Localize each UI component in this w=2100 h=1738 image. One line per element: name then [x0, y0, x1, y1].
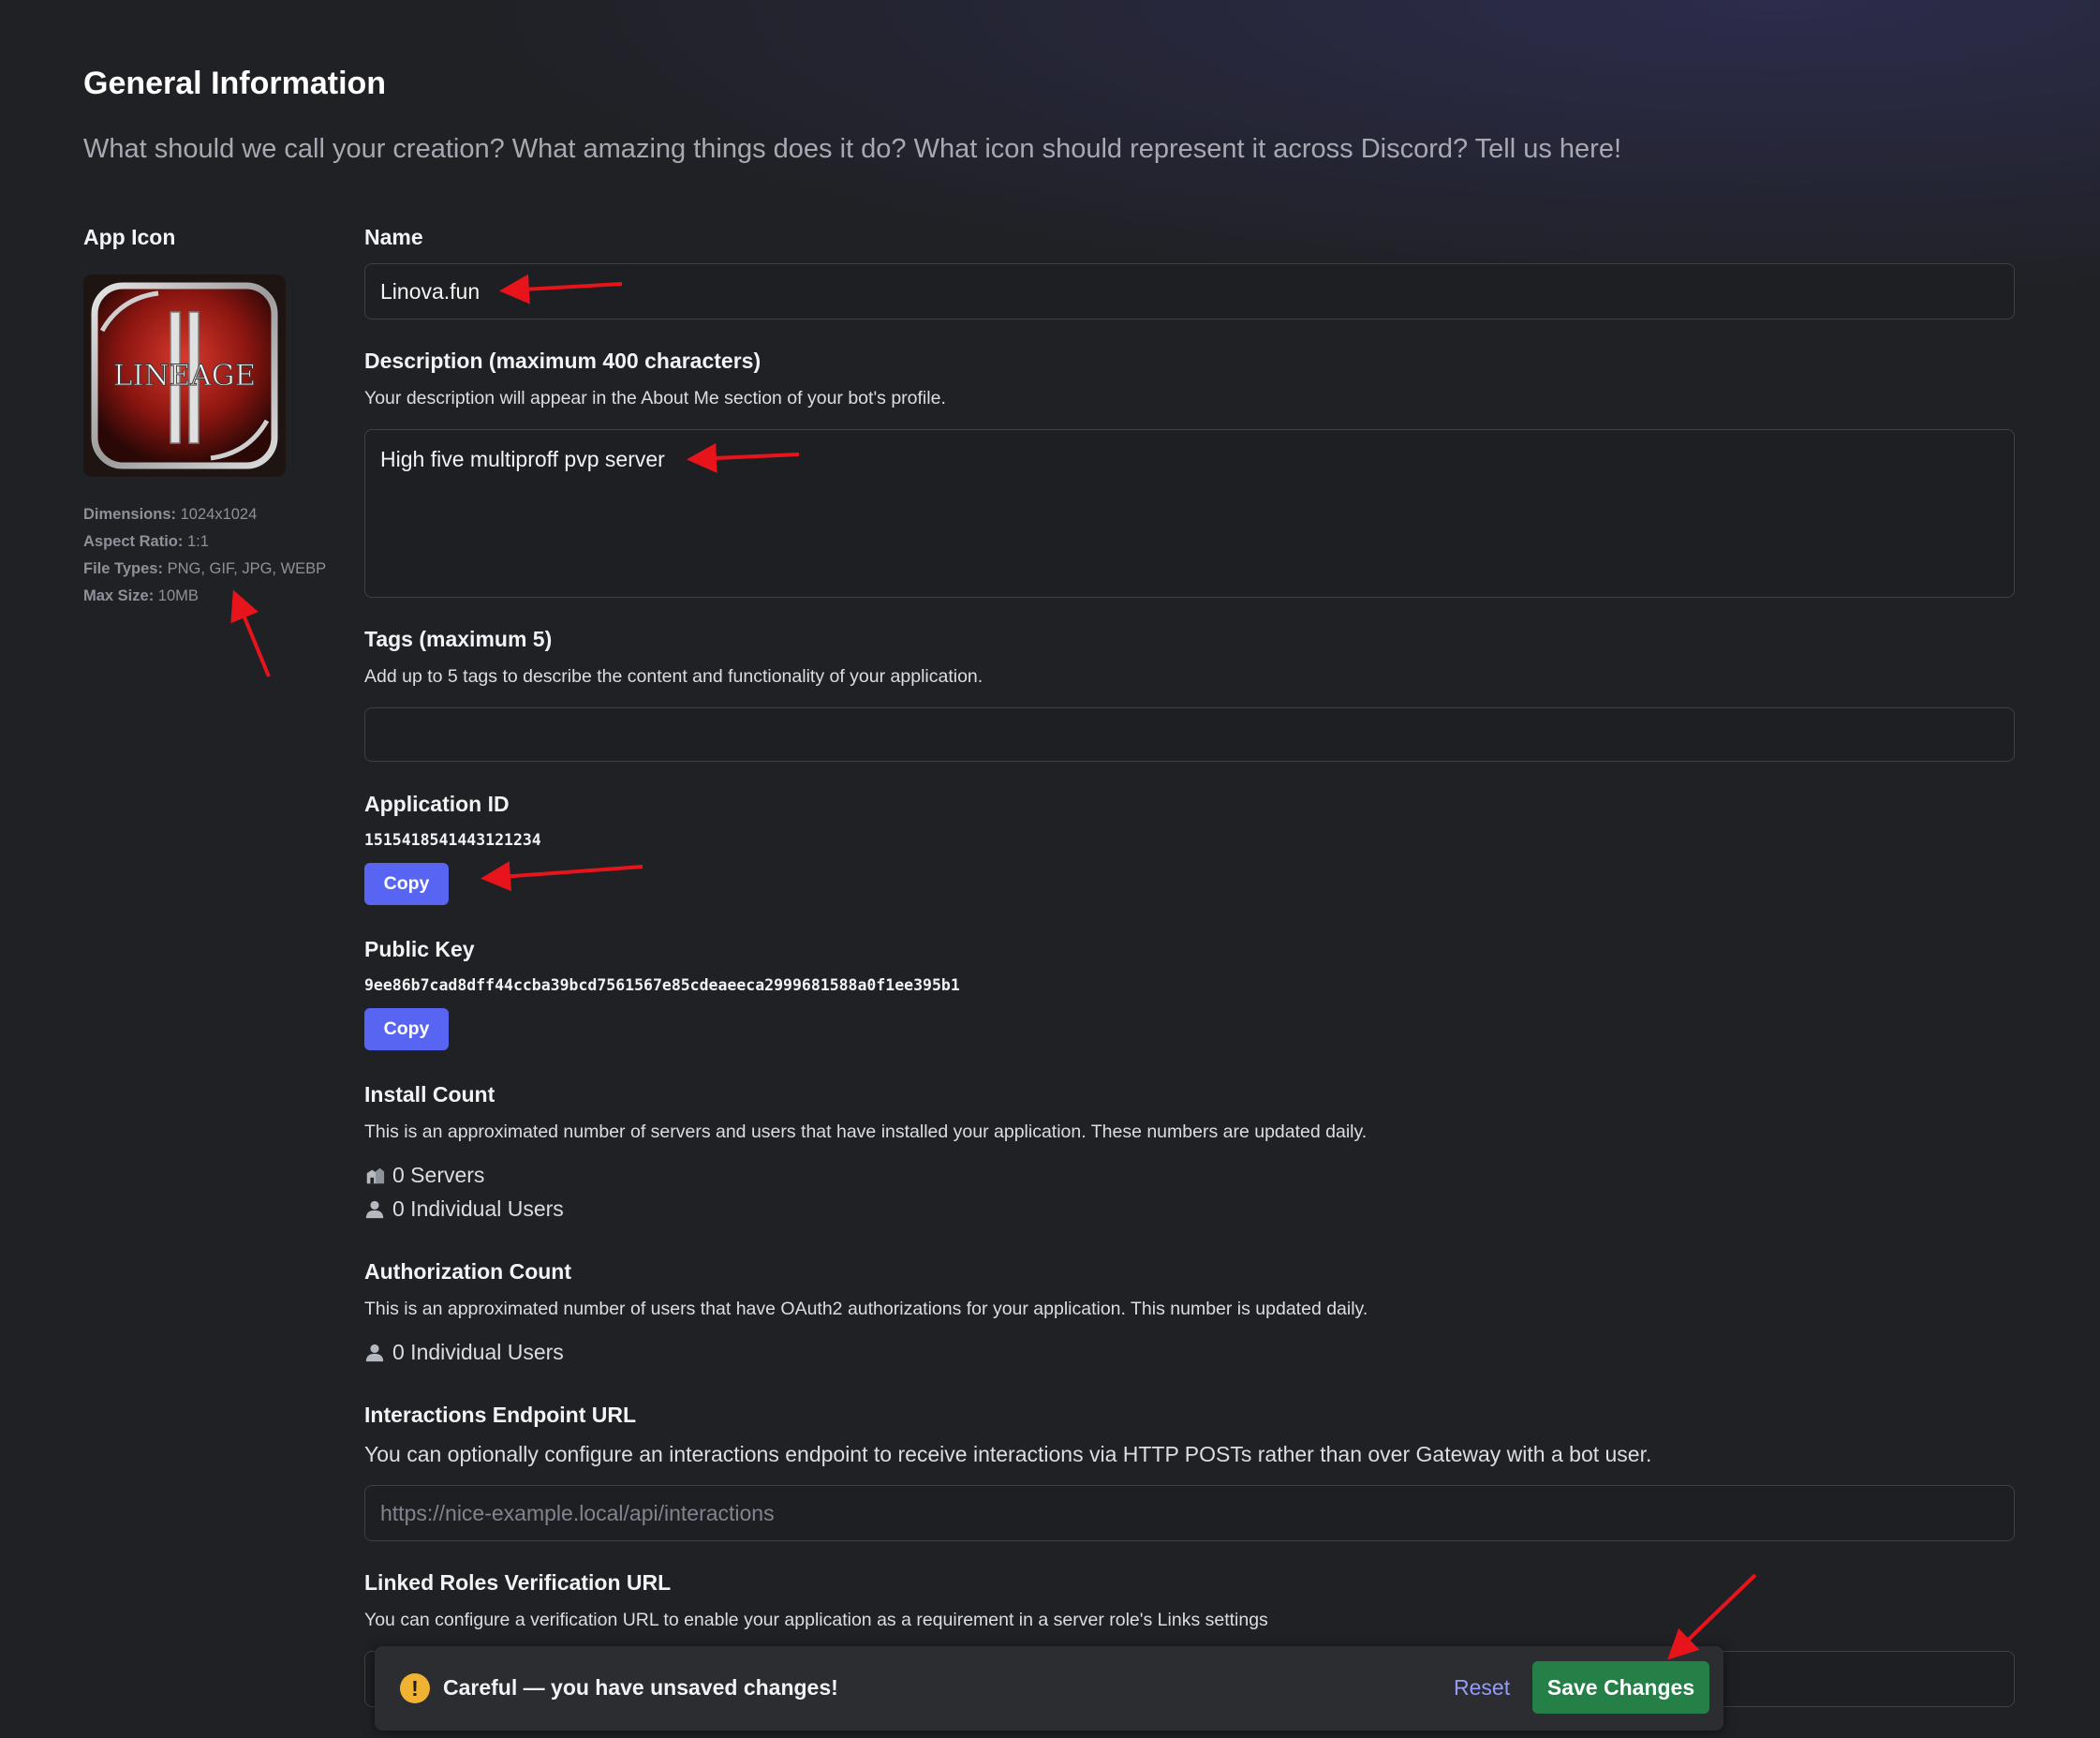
copy-application-id-button[interactable]: Copy: [364, 863, 449, 905]
reset-button[interactable]: Reset: [1454, 1675, 1510, 1701]
icon-requirements: Dimensions: 1024x1024 Aspect Ratio: 1:1 …: [83, 501, 326, 610]
application-id-label: Application ID: [364, 792, 510, 816]
lineage-logo: LINEAGE: [83, 275, 286, 477]
interactions-endpoint-input[interactable]: [364, 1485, 2015, 1541]
app-icon-image[interactable]: LINEAGE: [83, 275, 286, 477]
servers-count: 0 Servers: [364, 1163, 484, 1188]
install-users-count-text: 0 Individual Users: [392, 1196, 564, 1221]
unsaved-changes-notice: ! Careful — you have unsaved changes! Re…: [375, 1646, 1723, 1731]
app-icon-text: LINEAGE: [113, 359, 256, 393]
arrow-to-copy-button: [481, 861, 643, 892]
interactions-endpoint-help: You can optionally configure an interact…: [364, 1442, 1652, 1466]
description-label: Description (maximum 400 characters): [364, 349, 762, 373]
install-users-count: 0 Individual Users: [364, 1196, 564, 1222]
page-subtitle: What should we call your creation? What …: [83, 134, 1622, 164]
arrow-to-save-button: [1667, 1573, 1757, 1660]
linked-roles-help: You can configure a verification URL to …: [364, 1610, 1268, 1630]
aspect-ratio-row: Aspect Ratio: 1:1: [83, 528, 326, 556]
description-textarea[interactable]: High five multiproff pvp server: [364, 429, 2015, 598]
description-help: Your description will appear in the Abou…: [364, 388, 946, 409]
max-size-label: Max Size:: [83, 587, 155, 604]
dimensions-row: Dimensions: 1024x1024: [83, 501, 326, 528]
aspect-ratio-label: Aspect Ratio:: [83, 533, 184, 550]
authorization-count-label: Authorization Count: [364, 1259, 572, 1284]
application-id-value: 1515418541443121234: [364, 831, 541, 849]
dimensions-value: 1024x1024: [180, 506, 258, 523]
file-types-label: File Types:: [83, 560, 163, 577]
authorization-count-help: This is an approximated number of users …: [364, 1299, 1368, 1319]
aspect-ratio-value: 1:1: [186, 533, 209, 550]
install-count-label: Install Count: [364, 1082, 495, 1107]
tags-help: Add up to 5 tags to describe the content…: [364, 666, 983, 687]
server-icon: [366, 1167, 385, 1183]
dimensions-label: Dimensions:: [83, 506, 177, 523]
authorization-users-count-text: 0 Individual Users: [392, 1340, 564, 1364]
name-label: Name: [364, 225, 423, 249]
app-icon-label: App Icon: [83, 225, 176, 249]
name-input[interactable]: [364, 263, 2015, 319]
public-key-value: 9ee86b7cad8dff44ccba39bcd7561567e85cdeae…: [364, 976, 960, 994]
save-changes-button[interactable]: Save Changes: [1532, 1661, 1709, 1714]
unsaved-changes-text: Careful — you have unsaved changes!: [443, 1675, 838, 1700]
file-types-row: File Types: PNG, GIF, JPG, WEBP: [83, 556, 326, 583]
max-size-value: 10MB: [157, 587, 199, 604]
servers-count-text: 0 Servers: [392, 1163, 485, 1187]
copy-public-key-button[interactable]: Copy: [364, 1008, 449, 1050]
authorization-users-count: 0 Individual Users: [364, 1340, 564, 1365]
annotation-arrows: [230, 274, 1757, 1660]
install-count-help: This is an approximated number of server…: [364, 1122, 1368, 1142]
tags-input[interactable]: [364, 707, 2015, 762]
public-key-label: Public Key: [364, 937, 475, 961]
max-size-row: Max Size: 10MB: [83, 583, 326, 610]
user-icon: [365, 1344, 384, 1361]
user-icon: [365, 1200, 384, 1218]
interactions-endpoint-label: Interactions Endpoint URL: [364, 1403, 637, 1427]
linked-roles-label: Linked Roles Verification URL: [364, 1570, 672, 1595]
page-title: General Information: [83, 66, 387, 101]
file-types-value: PNG, GIF, JPG, WEBP: [167, 560, 327, 577]
warning-icon: !: [400, 1673, 430, 1703]
tags-label: Tags (maximum 5): [364, 627, 553, 651]
